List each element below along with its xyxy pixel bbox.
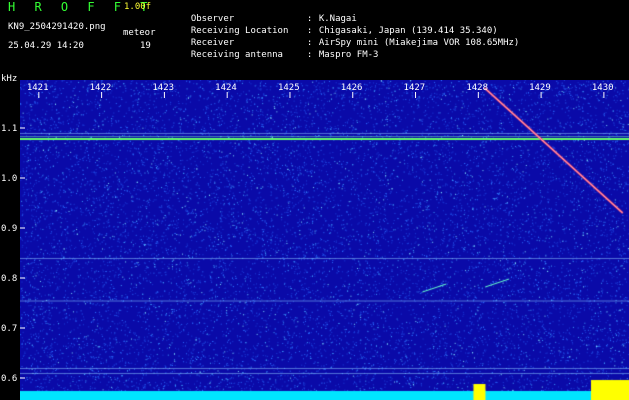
x-tick-label: 1422 xyxy=(90,83,112,93)
meteor-label: meteor xyxy=(123,28,156,38)
y-tick-label: 1.0 xyxy=(1,174,17,184)
spectrogram-overlay: 1421 1422 1423 1424 1425 1426 1427 1428 1429 1430… xyxy=(1,83,614,384)
y-tick-label: 0.9 xyxy=(1,224,17,234)
y-tick-label: 1.1 xyxy=(1,124,17,134)
y-tick-label: 0.8 xyxy=(1,274,17,284)
x-tick-label: 1430 xyxy=(592,83,614,93)
info-value: Maspro FM-3 xyxy=(318,50,379,60)
x-tick-label: 1428 xyxy=(466,83,488,93)
info-antenna: Receiving antenna: Maspro FM-3 xyxy=(180,39,379,61)
spectrogram-area: 1421 1422 1423 1424 1425 1426 1427 1428 1429 1430… xyxy=(0,80,629,400)
y-tick-label: 0.6 xyxy=(1,374,17,384)
datetime-label: 25.04.29 14:20 xyxy=(8,41,84,51)
x-tick-label: 1423 xyxy=(152,83,174,93)
x-tick-label: 1424 xyxy=(215,83,237,93)
version-label: 1.00f xyxy=(124,2,152,12)
x-tick-label: 1427 xyxy=(404,83,426,93)
info-separator: : xyxy=(306,50,313,60)
info-key: Receiving antenna xyxy=(190,50,283,60)
filename-label: KN9_2504291420.png xyxy=(8,22,106,32)
y-tick-label: 0.7 xyxy=(1,324,17,334)
x-tick-label: 1429 xyxy=(529,83,551,93)
x-tick-label: 1425 xyxy=(278,83,300,93)
meteor-count: 19 xyxy=(140,41,151,51)
x-tick-label: 1421 xyxy=(27,83,49,93)
x-tick-label: 1426 xyxy=(341,83,363,93)
